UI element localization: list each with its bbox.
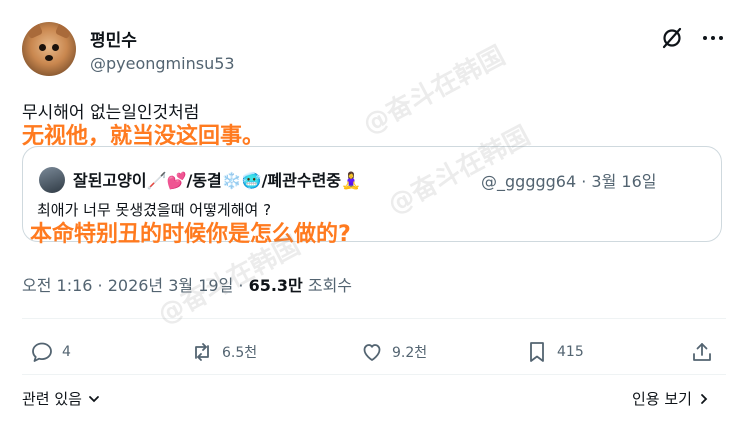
- divider: [22, 318, 726, 319]
- reply-count: 4: [62, 344, 71, 360]
- tweet-meta: 오전 1:16 · 2026년 3월 19일 · 65.3만 조회수: [22, 272, 352, 296]
- avatar-eye: [39, 44, 46, 51]
- bookmark-button[interactable]: 415: [525, 340, 584, 364]
- watermark: @奋斗在韩国: [358, 40, 511, 141]
- share-button[interactable]: [690, 340, 714, 364]
- author-handle[interactable]: @pyeongminsu53: [90, 54, 235, 73]
- bookmark-count: 415: [557, 344, 584, 360]
- avatar-ear: [22, 22, 44, 40]
- related-dropdown[interactable]: 관련 있음: [22, 388, 102, 409]
- avatar-eye: [52, 44, 59, 51]
- author-display-name[interactable]: 평민수: [90, 26, 137, 51]
- share-icon: [693, 343, 711, 361]
- avatar-ear: [54, 22, 76, 40]
- view-count: 65.3만: [248, 276, 303, 295]
- reply-button[interactable]: 4: [30, 340, 71, 364]
- heart-icon: [363, 344, 381, 361]
- bookmark-icon: [530, 342, 544, 362]
- tweet-timestamp[interactable]: 오전 1:16 · 2026년 3월 19일 ·: [22, 276, 249, 295]
- retweet-count: 6.5천: [222, 345, 258, 361]
- divider: [22, 374, 726, 375]
- retweet-icon: [195, 343, 209, 361]
- view-quotes-label: 인용 보기: [632, 390, 692, 408]
- retweet-button[interactable]: 6.5천: [190, 340, 257, 364]
- more-icon[interactable]: [700, 28, 726, 48]
- grok-icon[interactable]: [660, 26, 684, 50]
- author-avatar[interactable]: [22, 22, 76, 76]
- chevron-right-icon: [701, 393, 708, 404]
- quote-avatar[interactable]: [39, 167, 65, 193]
- reply-icon: [32, 342, 52, 362]
- like-count: 9.2천: [392, 345, 428, 361]
- quote-handle-date: @_ggggg64 · 3월 16일: [481, 172, 657, 191]
- caption-overlay-2: 本命特别丑的时候你是怎么做的?: [30, 222, 351, 247]
- caption-overlay-1: 无视他，就当没这回事。: [22, 124, 265, 149]
- view-label: 조회수: [302, 276, 353, 295]
- like-button[interactable]: 9.2천: [360, 340, 427, 364]
- quote-display-name[interactable]: 잘된고양이🦯💕/동결❄️🥶/폐관수련중🧘‍♀️: [73, 167, 361, 191]
- chevron-down-icon: [89, 395, 99, 402]
- view-quotes-link[interactable]: 인용 보기: [632, 388, 712, 409]
- avatar-nose: [45, 55, 53, 61]
- related-label: 관련 있음: [22, 390, 82, 408]
